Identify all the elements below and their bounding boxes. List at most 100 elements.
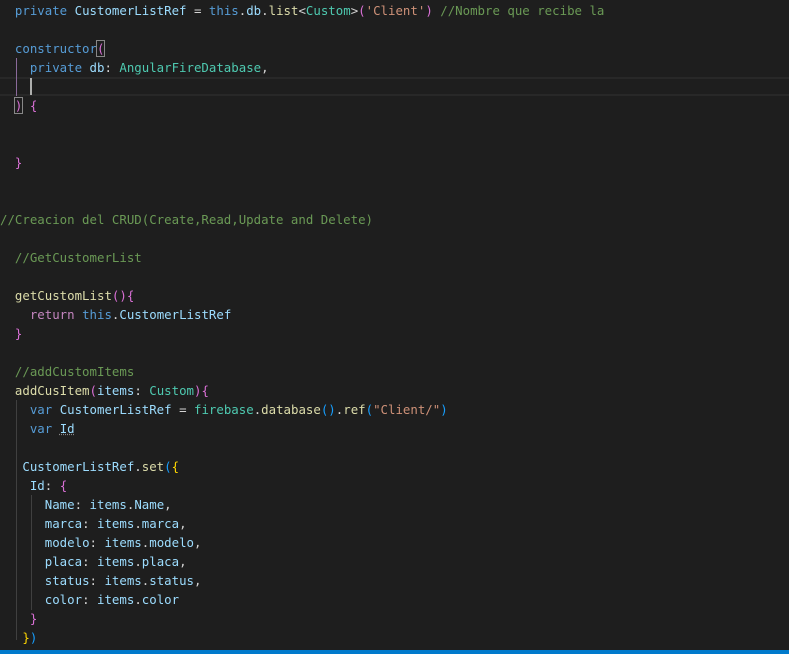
code-line[interactable] <box>0 172 789 191</box>
code-line[interactable]: private db: AngularFireDatabase, <box>0 58 789 77</box>
code-token: , <box>194 535 202 550</box>
code-line[interactable]: CustomerListRef.set({ <box>0 457 789 476</box>
code-line[interactable] <box>0 229 789 248</box>
code-token: } <box>29 611 38 626</box>
code-token: : <box>104 60 120 75</box>
code-line[interactable] <box>0 20 789 39</box>
code-token: AngularFireDatabase <box>119 60 262 75</box>
code-token: items <box>104 573 142 588</box>
code-token: this <box>208 3 239 18</box>
code-token: ( <box>164 459 172 474</box>
code-token: ( <box>95 40 106 57</box>
code-token: , <box>261 60 269 75</box>
code-token: { <box>171 459 180 474</box>
code-line[interactable] <box>0 267 789 286</box>
code-line[interactable] <box>0 438 789 457</box>
code-line[interactable] <box>0 77 789 96</box>
code-token: . <box>261 3 269 18</box>
code-line[interactable]: ) { <box>0 96 789 115</box>
code-token: : <box>82 554 97 569</box>
code-token: Name <box>44 497 75 512</box>
code-line[interactable]: } <box>0 324 789 343</box>
code-token: } <box>14 326 23 341</box>
code-token: db <box>89 60 105 75</box>
code-token: : <box>134 383 150 398</box>
code-line[interactable]: constructor( <box>0 39 789 58</box>
code-token: placa <box>44 554 83 569</box>
code-token: items <box>104 535 142 550</box>
code-line[interactable] <box>0 191 789 210</box>
code-token: : <box>82 592 97 607</box>
code-line[interactable]: placa: items.placa, <box>0 552 789 571</box>
code-line[interactable]: Name: items.Name, <box>0 495 789 514</box>
code-line[interactable]: } <box>0 609 789 628</box>
code-line[interactable]: addCusItem(items: Custom){ <box>0 381 789 400</box>
code-token: private <box>29 60 83 75</box>
code-line[interactable]: color: items.color <box>0 590 789 609</box>
code-token: < <box>298 3 306 18</box>
code-comment: //Creacion del CRUD(Create,Read,Update a… <box>0 212 373 227</box>
code-token: db <box>246 3 262 18</box>
code-token: : <box>89 535 105 550</box>
code-token: } <box>22 630 30 645</box>
code-comment: //GetCustomerList <box>14 250 142 265</box>
code-line[interactable]: return this.CustomerListRef <box>0 305 789 324</box>
status-bar[interactable] <box>0 650 789 654</box>
code-token: this <box>82 307 112 322</box>
code-token: modelo <box>149 535 194 550</box>
code-token: { <box>29 98 38 113</box>
code-token: set <box>141 459 165 474</box>
code-editor[interactable]: private CustomerListRef = this.db.list<C… <box>0 1 789 647</box>
code-line[interactable] <box>0 134 789 153</box>
code-token: Name <box>134 497 165 512</box>
code-line[interactable]: }) <box>0 628 789 647</box>
code-token: CustomerListRef <box>22 459 135 474</box>
indent-guide <box>16 400 17 640</box>
code-line[interactable]: marca: items.marca, <box>0 514 789 533</box>
code-token: . <box>134 516 142 531</box>
code-line[interactable]: //addCustomItems <box>0 362 789 381</box>
code-token: ) <box>440 402 448 417</box>
code-line[interactable] <box>0 343 789 362</box>
code-token: status <box>44 573 90 588</box>
code-line[interactable]: //GetCustomerList <box>0 248 789 267</box>
code-line[interactable]: var CustomerListRef = firebase.database(… <box>0 400 789 419</box>
code-token: : <box>44 478 60 493</box>
code-line[interactable]: } <box>0 153 789 172</box>
code-comment: //addCustomItems <box>14 364 135 379</box>
code-token: list <box>268 3 299 18</box>
code-line[interactable]: private CustomerListRef = this.db.list<C… <box>0 1 789 20</box>
code-token: , <box>194 573 202 588</box>
code-token: firebase <box>194 402 254 417</box>
code-token: { <box>126 288 135 303</box>
code-token: items <box>97 592 135 607</box>
code-token: var <box>29 402 53 417</box>
code-line[interactable]: var Id <box>0 419 789 438</box>
code-line[interactable]: getCustomList(){ <box>0 286 789 305</box>
code-line[interactable]: //Creacion del CRUD(Create,Read,Update a… <box>0 210 789 229</box>
code-line[interactable]: modelo: items.modelo, <box>0 533 789 552</box>
code-line[interactable] <box>0 115 789 134</box>
code-token: marca <box>141 516 180 531</box>
code-line[interactable]: Id: { <box>0 476 789 495</box>
code-token: : <box>82 516 97 531</box>
code-token: getCustomList <box>14 288 112 303</box>
code-line[interactable]: status: items.status, <box>0 571 789 590</box>
